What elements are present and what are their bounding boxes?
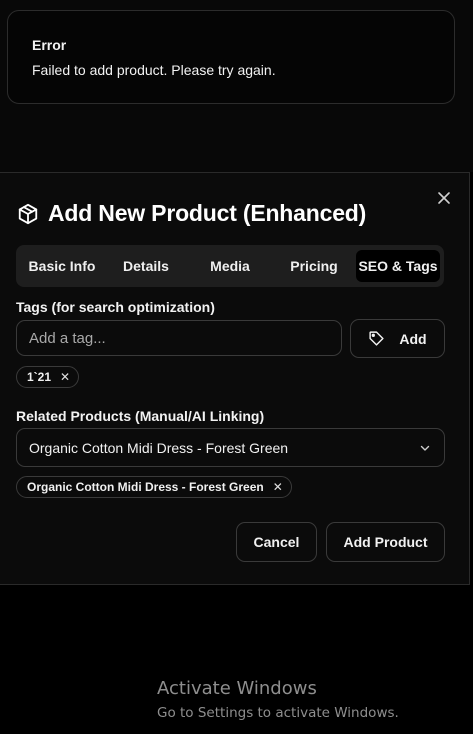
tag-chip: 1`21 ✕ bbox=[16, 366, 80, 388]
remove-tag-icon[interactable]: ✕ bbox=[60, 370, 70, 384]
dialog-header: Add New Product (Enhanced) bbox=[17, 200, 366, 227]
related-products-selected: Organic Cotton Midi Dress - Forest Green bbox=[29, 439, 289, 456]
tab-list: Basic Info Details Media Pricing SEO & T… bbox=[16, 245, 444, 287]
close-icon[interactable] bbox=[435, 189, 453, 207]
watermark-subtitle: Go to Settings to activate Windows. bbox=[157, 705, 399, 721]
related-products-select[interactable]: Organic Cotton Midi Dress - Forest Green bbox=[16, 428, 445, 467]
add-tag-button[interactable]: Add bbox=[350, 319, 445, 358]
package-icon bbox=[17, 203, 39, 225]
related-products-label: Related Products (Manual/AI Linking) bbox=[16, 408, 265, 424]
toast-title: Error bbox=[32, 37, 67, 53]
add-product-button[interactable]: Add Product bbox=[326, 522, 445, 562]
error-toast: Error Failed to add product. Please try … bbox=[7, 10, 455, 104]
tab-basic-info[interactable]: Basic Info bbox=[20, 250, 104, 282]
tab-pricing[interactable]: Pricing bbox=[272, 250, 356, 282]
tags-label: Tags (for search optimization) bbox=[16, 299, 215, 315]
remove-related-icon[interactable]: ✕ bbox=[273, 480, 283, 494]
tab-seo-tags[interactable]: SEO & Tags bbox=[356, 250, 440, 282]
tag-chip-label: 1`21 bbox=[27, 370, 52, 384]
tag-icon bbox=[368, 330, 385, 347]
toast-message: Failed to add product. Please try again. bbox=[32, 62, 276, 78]
tab-media[interactable]: Media bbox=[188, 250, 272, 282]
screen: Error Failed to add product. Please try … bbox=[0, 0, 473, 734]
chevron-down-icon bbox=[418, 441, 432, 455]
tag-input[interactable] bbox=[16, 320, 342, 356]
cancel-button[interactable]: Cancel bbox=[236, 522, 317, 562]
related-product-chip: Organic Cotton Midi Dress - Forest Green… bbox=[16, 476, 292, 498]
watermark-title: Activate Windows bbox=[157, 678, 317, 699]
dialog-title: Add New Product (Enhanced) bbox=[48, 200, 367, 226]
related-chip-label: Organic Cotton Midi Dress - Forest Green bbox=[27, 480, 264, 494]
add-tag-label: Add bbox=[399, 330, 427, 347]
add-product-dialog: Add New Product (Enhanced) Basic Info De… bbox=[0, 172, 470, 585]
tab-details[interactable]: Details bbox=[104, 250, 188, 282]
activate-windows-watermark: Activate Windows Go to Settings to activ… bbox=[157, 678, 399, 721]
